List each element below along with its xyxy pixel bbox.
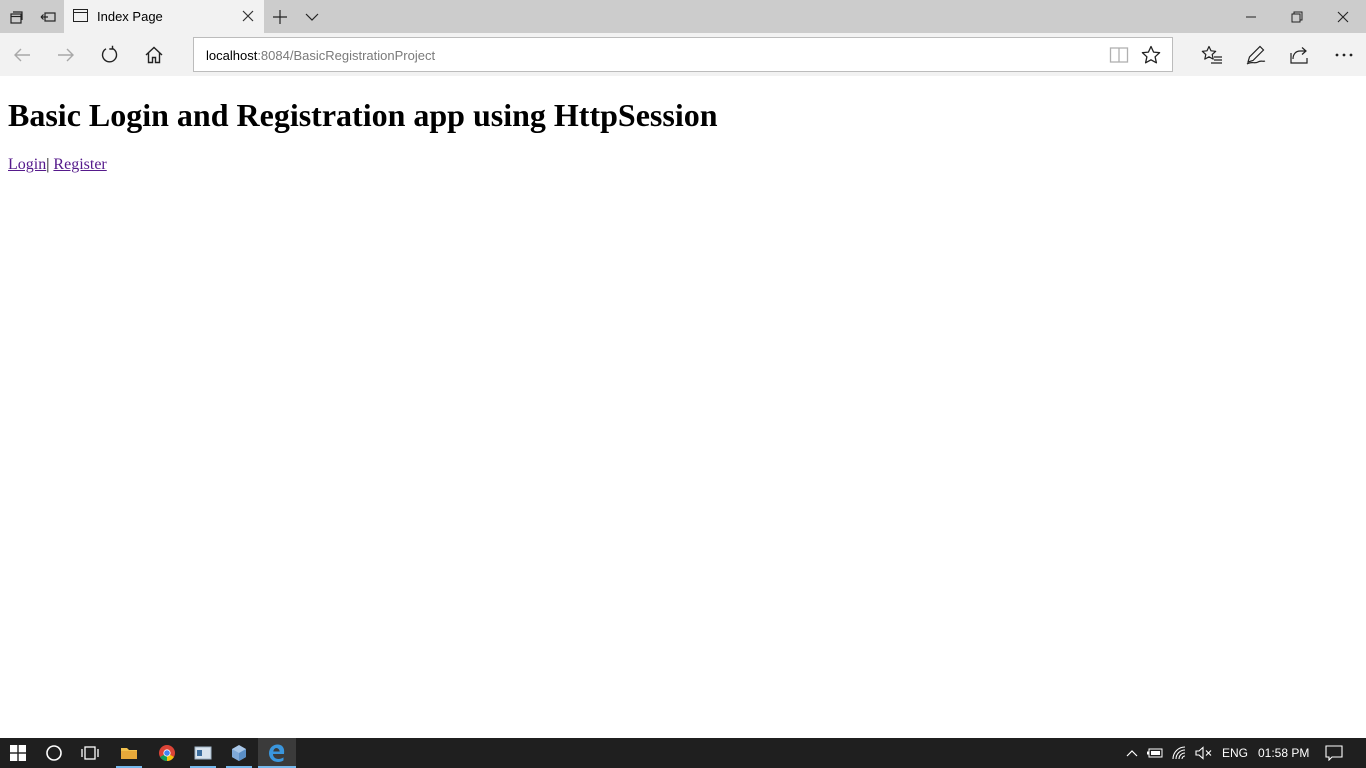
wifi-icon [1172,746,1186,760]
volume-muted-icon [1195,746,1212,760]
folder-icon [121,748,137,759]
windows-taskbar: ENG 01:58 PM [0,738,1366,768]
edge-icon [269,744,285,762]
more-button[interactable] [1322,33,1366,76]
favorites-list-icon [1201,45,1222,64]
web-note-button[interactable] [1234,33,1278,76]
close-icon [242,10,254,22]
tab-manager-button[interactable] [0,0,32,33]
cortana-circle-icon [46,745,62,761]
browser-tab-bar: Index Page [0,0,1366,33]
home-button[interactable] [132,33,176,76]
home-icon [145,46,163,63]
favorites-hub-button[interactable] [1190,33,1234,76]
clock[interactable]: 01:58 PM [1258,746,1309,760]
cortana-button[interactable] [36,738,72,768]
new-tab-button[interactable] [264,0,296,33]
minimize-icon [1246,16,1256,17]
back-button[interactable] [0,33,44,76]
refresh-button[interactable] [88,33,132,76]
link-separator: | [46,156,50,173]
close-icon [1337,11,1349,22]
pen-icon [1246,45,1266,65]
share-button[interactable] [1278,33,1322,76]
edge-button[interactable] [258,738,296,768]
forward-button[interactable] [44,33,88,76]
notification-icon [1325,745,1343,761]
taskbar-app-window-button[interactable] [186,738,220,768]
login-link[interactable]: Login [8,156,46,173]
input-language[interactable]: ENG [1222,746,1248,760]
reading-view-button[interactable] [1108,44,1130,66]
app-window-icon [194,746,212,760]
file-explorer-button[interactable] [112,738,146,768]
start-button[interactable] [0,738,36,768]
battery-status[interactable] [1144,738,1166,768]
tab-title: Index Page [97,9,163,24]
windows-logo-icon [10,745,26,761]
page-title: Basic Login and Registration app using H… [8,97,718,133]
arrow-left-icon [14,48,30,61]
volume-status[interactable] [1192,738,1216,768]
more-icon [1335,53,1353,56]
tab-close-button[interactable] [240,8,256,24]
tab-index-page[interactable]: Index Page [64,0,264,33]
taskbar-ide-button[interactable] [222,738,256,768]
chrome-button[interactable] [150,738,184,768]
address-url[interactable]: localhost:8084/BasicRegistrationProject [206,48,435,63]
star-icon [1141,45,1161,64]
task-view-icon [81,746,99,760]
battery-icon [1147,748,1163,758]
cube-icon [232,745,246,761]
network-status[interactable] [1168,738,1192,768]
auth-links: Login| Register [8,156,107,174]
book-icon [1109,47,1129,63]
action-center-button[interactable] [1320,738,1348,768]
tab-preview-button[interactable] [296,0,328,33]
restore-button[interactable] [1274,0,1320,33]
plus-icon [273,9,287,24]
page-content: Basic Login and Registration app using H… [0,76,1366,738]
minimize-button[interactable] [1228,0,1274,33]
tab-manager-icon [10,10,23,24]
share-icon [1290,46,1308,64]
restore-icon [1291,11,1303,22]
show-hidden-icons-button[interactable] [1122,738,1142,768]
chevron-up-icon [1126,750,1138,757]
close-window-button[interactable] [1320,0,1366,33]
set-tabs-aside-button[interactable] [32,0,64,33]
set-tabs-aside-icon [40,11,56,22]
refresh-icon [101,45,118,62]
arrow-right-icon [58,48,74,61]
page-icon [73,9,88,22]
register-link[interactable]: Register [53,156,106,173]
favorite-button[interactable] [1140,44,1162,66]
address-bar[interactable]: localhost:8084/BasicRegistrationProject [193,37,1173,72]
chevron-down-icon [305,13,319,21]
chrome-icon [159,745,175,761]
browser-nav-bar: localhost:8084/BasicRegistrationProject [0,33,1366,76]
task-view-button[interactable] [72,738,108,768]
